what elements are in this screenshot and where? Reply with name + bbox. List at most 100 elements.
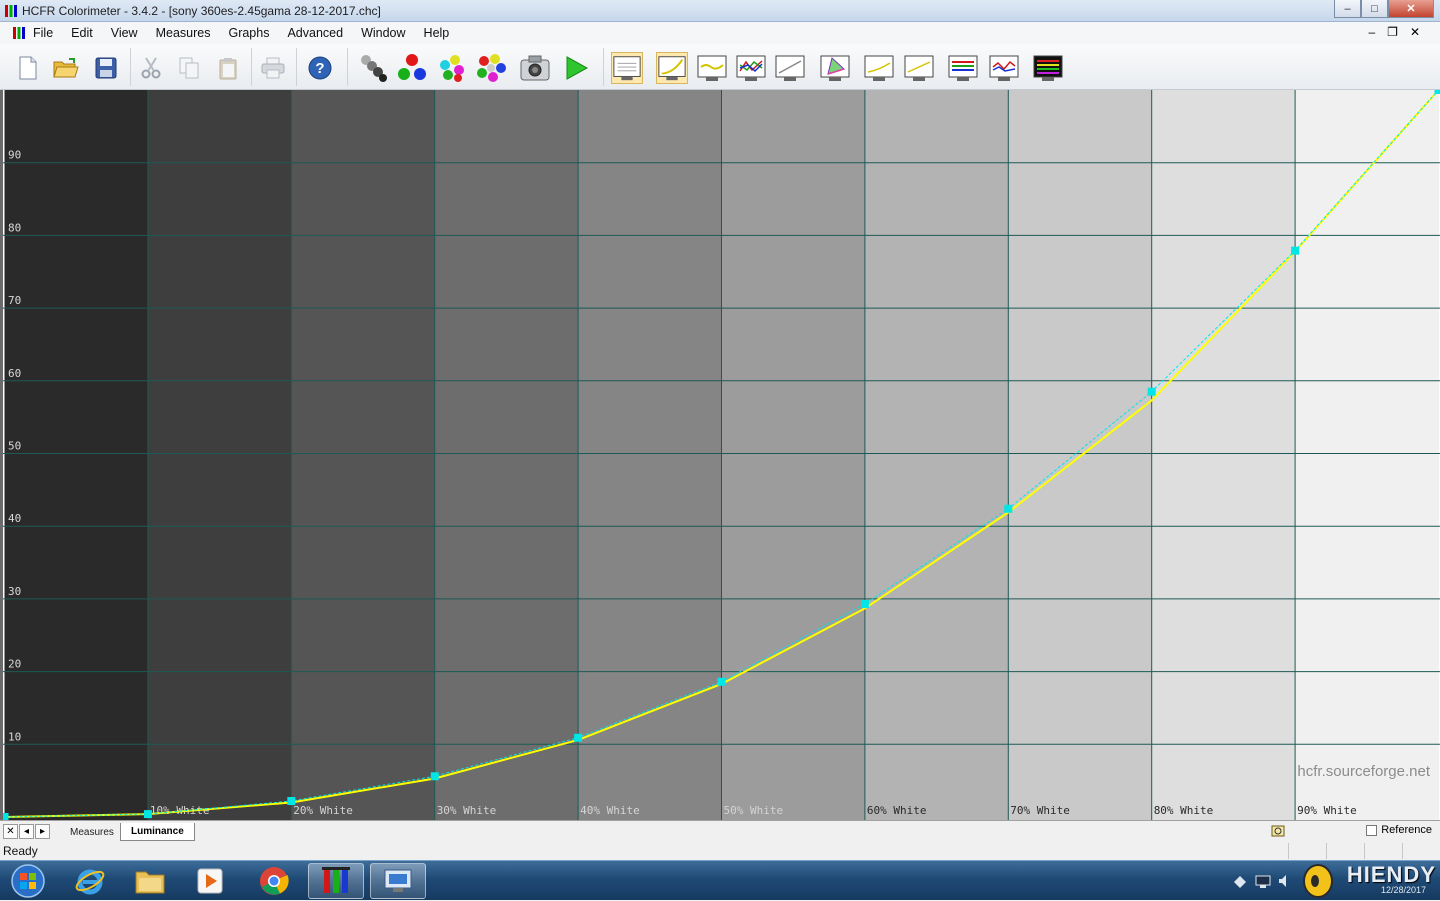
x-tick-label: 20% White	[293, 804, 353, 817]
paste-icon[interactable]	[212, 52, 244, 84]
measure-secondaries-icon[interactable]	[436, 52, 468, 84]
x-tick-label: 60% White	[867, 804, 927, 817]
y-tick-label: 20	[8, 658, 21, 671]
file-explorer-icon[interactable]	[122, 863, 178, 899]
x-tick-label: 40% White	[580, 804, 640, 817]
status-pane	[1402, 843, 1440, 859]
menu-edit[interactable]: Edit	[71, 26, 93, 40]
window-title: HCFR Colorimeter - 3.4.2 - [sony 360es-2…	[22, 4, 381, 18]
tab-luminance[interactable]: Luminance	[120, 823, 195, 841]
view-cie-icon[interactable]	[819, 52, 851, 84]
tab-strip: ✕ ◂ ▸ Measures Luminance Reference	[0, 820, 1440, 842]
gray-band	[5, 90, 149, 820]
snapshot-icon[interactable]	[519, 52, 551, 84]
mdi-minimize-button[interactable]: –	[1368, 25, 1375, 39]
menu-bar: File Edit View Measures Graphs Advanced …	[0, 22, 1440, 44]
help-icon[interactable]: ?	[304, 52, 336, 84]
menu-help[interactable]: Help	[424, 26, 450, 40]
open-icon[interactable]	[50, 52, 82, 84]
play-icon[interactable]	[560, 52, 592, 84]
view-colortemp-icon[interactable]	[774, 52, 806, 84]
tab-close-button[interactable]: ✕	[3, 824, 18, 839]
view-saturation-icon[interactable]	[863, 52, 895, 84]
chrome-icon[interactable]	[246, 863, 302, 899]
cut-icon[interactable]	[135, 52, 167, 84]
mdi-restore-button[interactable]: ❐	[1387, 25, 1398, 39]
minimize-button[interactable]: –	[1334, 0, 1361, 18]
watermark-text: hcfr.sourceforge.net	[1297, 763, 1430, 780]
data-point	[861, 600, 869, 608]
data-point	[3, 813, 9, 820]
status-pane	[1288, 843, 1326, 859]
start-orb-icon[interactable]	[0, 863, 56, 899]
y-tick-label: 60	[8, 367, 21, 380]
reference-checkbox[interactable]	[1366, 825, 1377, 836]
tab-next-button[interactable]: ▸	[35, 824, 50, 839]
data-point	[431, 772, 439, 780]
menu-view[interactable]: View	[111, 26, 138, 40]
volume-icon[interactable]	[1277, 873, 1293, 889]
gray-band	[435, 90, 579, 820]
hcfr-app-icon	[4, 4, 18, 18]
taskbar: HIENDY 12/28/2017	[0, 860, 1440, 900]
status-pane	[1364, 843, 1402, 859]
mdi-close-button[interactable]: ✕	[1410, 25, 1420, 39]
menu-measures[interactable]: Measures	[156, 26, 211, 40]
internet-explorer-icon[interactable]	[62, 863, 118, 899]
maximize-button[interactable]: □	[1361, 0, 1388, 18]
measure-all-icon[interactable]	[475, 52, 507, 84]
media-player-icon[interactable]	[182, 863, 238, 899]
target-icon[interactable]	[1271, 824, 1285, 838]
toolbar: ?	[0, 44, 1440, 90]
view-measures-icon[interactable]	[611, 52, 643, 84]
remote-desktop-icon[interactable]	[370, 863, 426, 899]
view-near-white-icon[interactable]	[988, 52, 1020, 84]
system-tray: HIENDY 12/28/2017	[1205, 861, 1440, 901]
data-point	[1435, 90, 1440, 94]
data-point	[144, 810, 152, 818]
view-luminance-icon[interactable]	[656, 52, 688, 84]
view-saturation2-icon[interactable]	[903, 52, 935, 84]
view-near-black-icon[interactable]	[947, 52, 979, 84]
data-point	[1148, 388, 1156, 396]
gray-band	[291, 90, 435, 820]
measure-primaries-icon[interactable]	[396, 52, 428, 84]
view-rgb-icon[interactable]	[735, 52, 767, 84]
menu-file[interactable]: File	[33, 26, 53, 40]
chart-canvas: 10203040506070809010% White20% White30% …	[3, 90, 1440, 820]
menu-window[interactable]: Window	[361, 26, 405, 40]
menu-graphs[interactable]: Graphs	[228, 26, 269, 40]
tray-expand-icon[interactable]	[1233, 875, 1247, 889]
data-point	[287, 797, 295, 805]
reference-label: Reference	[1381, 824, 1432, 836]
new-icon[interactable]	[12, 52, 44, 84]
x-tick-label: 50% White	[724, 804, 784, 817]
gray-band	[578, 90, 722, 820]
print-icon[interactable]	[257, 52, 289, 84]
view-saturation-shift-icon[interactable]	[1032, 52, 1064, 84]
close-button[interactable]: ✕	[1388, 0, 1434, 18]
copy-icon[interactable]	[173, 52, 205, 84]
reference-toggle[interactable]: Reference	[1366, 824, 1432, 836]
mdi-controls: – ❐ ✕	[1368, 25, 1420, 39]
title-bar: HCFR Colorimeter - 3.4.2 - [sony 360es-2…	[0, 0, 1440, 22]
menu-advanced[interactable]: Advanced	[287, 26, 343, 40]
gray-band	[722, 90, 866, 820]
measure-grays-icon[interactable]	[356, 52, 388, 84]
status-panes	[1288, 843, 1440, 859]
view-gamma-icon[interactable]	[696, 52, 728, 84]
clock-date[interactable]: 12/28/2017	[1381, 885, 1426, 895]
tab-measures[interactable]: Measures	[60, 823, 125, 841]
network-icon[interactable]	[1255, 873, 1271, 889]
gray-band	[865, 90, 1009, 820]
document-icon[interactable]	[12, 26, 26, 40]
luminance-chart: 10203040506070809010% White20% White30% …	[0, 90, 1440, 820]
tab-prev-button[interactable]: ◂	[19, 824, 34, 839]
gray-band	[1295, 90, 1439, 820]
y-tick-label: 70	[8, 294, 21, 307]
hcfr-icon[interactable]	[308, 863, 364, 899]
save-icon[interactable]	[90, 52, 122, 84]
y-tick-label: 80	[8, 221, 21, 234]
x-tick-label: 30% White	[437, 804, 497, 817]
data-point	[1004, 505, 1012, 513]
